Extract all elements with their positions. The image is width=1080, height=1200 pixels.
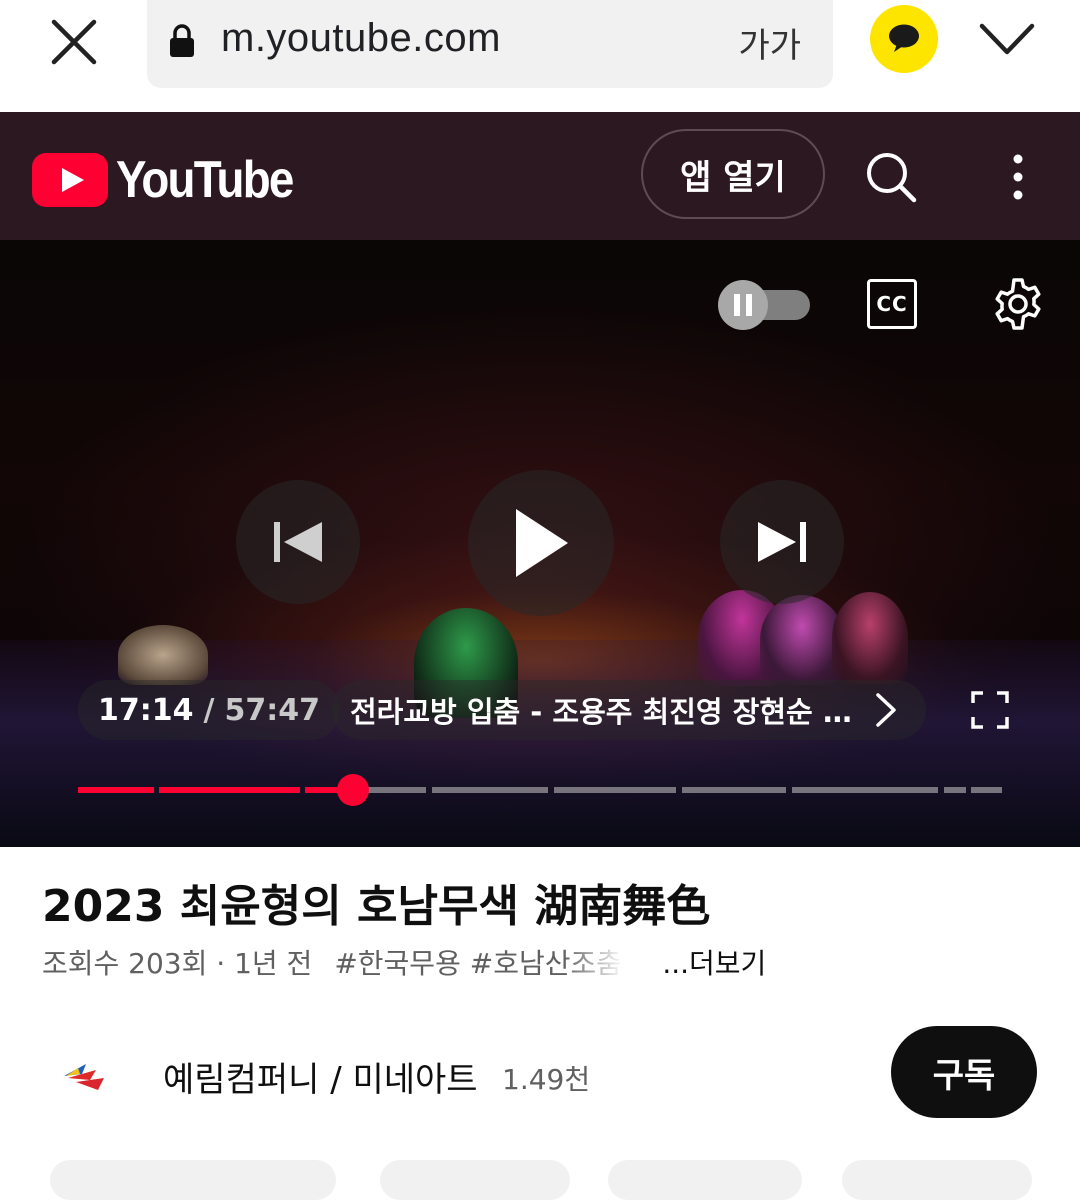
pause-icon: [734, 294, 752, 316]
youtube-logo[interactable]: YouTube: [32, 150, 317, 210]
action-chips-row: [0, 1160, 1080, 1200]
channel-row: 예림컴퍼니 / 미네아트 1.49천 구독: [0, 1024, 1080, 1120]
hashtags[interactable]: #한국무용 #호남산조춤: [334, 942, 625, 982]
autoplay-knob: [718, 280, 768, 330]
cc-icon[interactable]: CC: [867, 279, 917, 329]
action-chip[interactable]: [50, 1160, 336, 1200]
youtube-play-logo-icon: [32, 153, 108, 207]
channel-name[interactable]: 예림컴퍼니 / 미네아트: [163, 1052, 478, 1101]
subscribe-button[interactable]: 구독: [891, 1026, 1037, 1118]
close-icon[interactable]: [48, 16, 100, 68]
play-icon: [516, 509, 568, 577]
dancer-figure: [118, 625, 208, 685]
video-player[interactable]: CC 17:14 / 57:47 전라교방 입춤 - 조용주 최진영 장현순 천…: [0, 240, 1080, 847]
progress-remaining-segment: [432, 787, 548, 793]
text-size-button[interactable]: 가가: [738, 18, 801, 67]
next-button[interactable]: [720, 480, 844, 604]
video-meta[interactable]: 조회수 203회 · 1년 전 #한국무용 #호남산조춤 ...더보기: [42, 942, 802, 982]
more-vert-icon[interactable]: [1000, 150, 1036, 204]
chevron-down-icon[interactable]: [978, 18, 1036, 60]
chevron-right-icon: [876, 693, 896, 727]
skip-next-icon: [758, 522, 806, 562]
time-separator: /: [203, 692, 215, 728]
chat-bubble-icon: [889, 24, 919, 52]
search-icon[interactable]: [864, 150, 918, 204]
fullscreen-icon[interactable]: [970, 690, 1010, 730]
gear-icon[interactable]: [990, 276, 1046, 332]
play-button[interactable]: [468, 470, 614, 616]
youtube-logo-text: YouTube: [116, 151, 294, 209]
previous-button[interactable]: [236, 480, 360, 604]
action-chip[interactable]: [380, 1160, 570, 1200]
progress-bar[interactable]: [78, 774, 1002, 806]
open-app-button[interactable]: 앱 열기: [641, 129, 825, 219]
skip-previous-icon: [274, 522, 322, 562]
url-text[interactable]: m.youtube.com: [221, 16, 501, 61]
current-time: 17:14: [98, 692, 194, 728]
lock-icon: [170, 24, 194, 57]
action-chip[interactable]: [842, 1160, 1032, 1200]
youtube-header: YouTube 앱 열기: [0, 112, 1080, 240]
dancer-figure: [832, 592, 908, 684]
browser-toolbar: m.youtube.com 가가: [0, 0, 1080, 112]
progress-remaining-segment: [554, 787, 676, 793]
time-display: 17:14 / 57:47: [78, 680, 340, 740]
progress-played-segment: [78, 787, 154, 793]
autoplay-toggle[interactable]: [718, 280, 810, 330]
progress-remaining-segment: [682, 787, 786, 793]
view-count: 조회수 203회 · 1년 전: [42, 947, 313, 980]
more-link[interactable]: ...더보기: [662, 942, 766, 982]
address-bar[interactable]: m.youtube.com 가가: [147, 0, 833, 88]
channel-avatar[interactable]: [56, 1046, 112, 1102]
progress-played-segment: [159, 787, 300, 793]
kakao-chat-button[interactable]: [870, 5, 938, 73]
video-title: 2023 최윤형의 호남무색 湖南舞色: [42, 881, 711, 932]
progress-remaining-segment: [792, 787, 938, 793]
action-chip[interactable]: [608, 1160, 802, 1200]
progress-remaining-segment: [971, 787, 1002, 793]
subscriber-count: 1.49천: [502, 1063, 591, 1096]
chapter-title: 전라교방 입춤 - 조용주 최진영 장현순 천...: [350, 695, 860, 729]
total-time: 57:47: [224, 692, 320, 728]
progress-remaining-segment: [944, 787, 966, 793]
chapter-button[interactable]: 전라교방 입춤 - 조용주 최진영 장현순 천...: [332, 680, 926, 740]
